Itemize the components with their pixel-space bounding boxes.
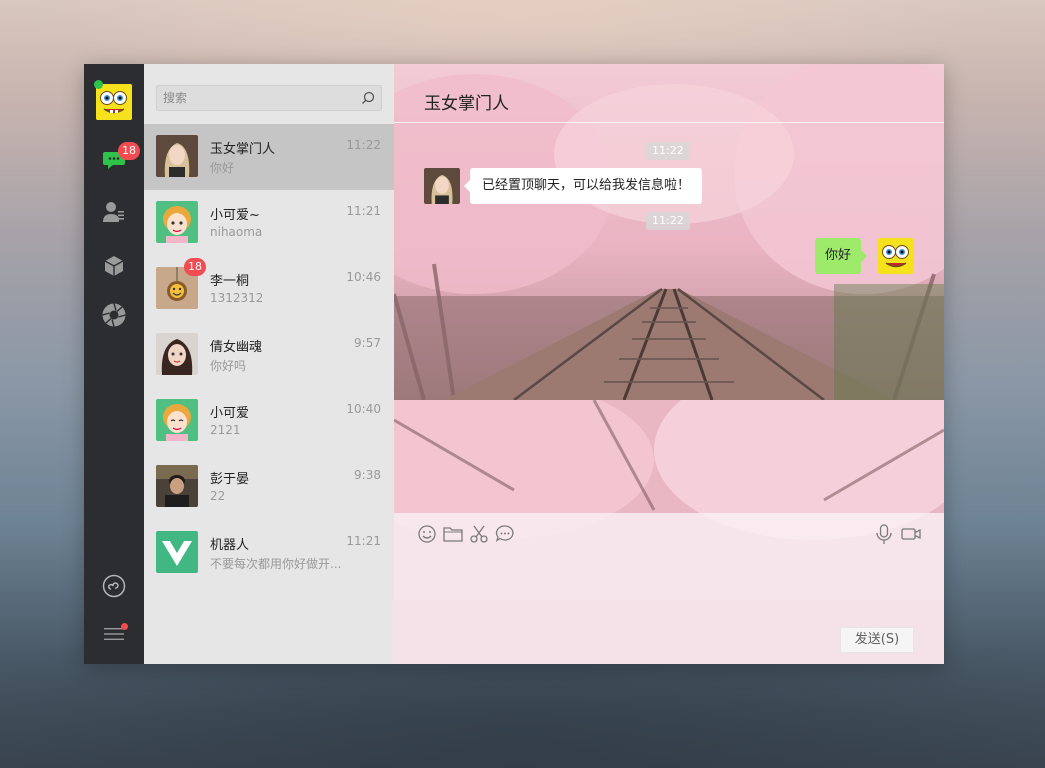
chat-item-name: 小可爱~ (210, 208, 260, 223)
microphone-icon[interactable] (873, 523, 895, 545)
moments-icon[interactable] (100, 301, 128, 329)
incoming-message-bubble[interactable]: 已经置顶聊天，可以给我发信息啦！ (463, 168, 703, 204)
chat-item-yunv[interactable]: 玉女掌门人 你好 11:22 (144, 124, 394, 190)
search-box[interactable] (156, 85, 382, 111)
collection-icon[interactable] (100, 252, 128, 280)
chat-item-robot[interactable]: 机器人 不要每次都用你好做开... 11:21 (144, 520, 394, 586)
chat-item-name: 玉女掌门人 (210, 142, 276, 157)
conversation-panel: 玉女掌门人 11:22 已经置顶聊天，可以给我发信息啦！ 11:22 你好 发送… (394, 64, 944, 664)
emoji-icon[interactable] (416, 523, 438, 545)
vue-logo-icon (156, 531, 198, 573)
chat-item-name: 小可爱 (210, 406, 250, 421)
chat-item-time: 11:22 (346, 138, 381, 152)
sender-avatar[interactable] (424, 168, 460, 204)
chat-item-xiaokeai-tilde[interactable]: 小可爱~ nihaoma 11:21 (144, 190, 394, 256)
chat-window: 18 搜索 玉女掌门人 你好 11:22 小可爱~ nihaoma 11:21 … (84, 64, 944, 664)
chat-item-pengyuyan[interactable]: 彭于晏 22 9:38 (144, 454, 394, 520)
chat-history-icon[interactable] (494, 523, 516, 545)
contact-avatar (156, 399, 198, 441)
chat-item-time: 11:21 (346, 204, 381, 218)
chat-item-preview: 1312312 (210, 291, 264, 305)
chat-item-preview: nihaoma (210, 225, 263, 239)
chat-item-name: 彭于晏 (210, 472, 250, 487)
unread-badge: 18 (118, 142, 140, 160)
chat-item-time: 9:38 (354, 468, 381, 482)
spongebob-avatar-icon (96, 84, 132, 120)
my-message-avatar[interactable] (878, 238, 914, 274)
chat-item-preview: 你好吗 (210, 359, 247, 373)
chat-item-xiaokeai[interactable]: 小可爱 2121 10:40 (144, 388, 394, 454)
conversation-header: 玉女掌门人 (394, 64, 944, 123)
chat-list-panel: 玉女掌门人 你好 11:22 小可爱~ nihaoma 11:21 (144, 64, 394, 664)
chat-item-name: 倩女幽魂 (210, 340, 263, 355)
message-timestamp: 11:22 (646, 142, 690, 160)
outgoing-message-bubble[interactable]: 你好 (815, 238, 868, 274)
conversation-title: 玉女掌门人 (424, 94, 509, 114)
contacts-icon[interactable] (100, 198, 128, 226)
chat-item-preview: 2121 (210, 423, 241, 437)
chat-item-preview: 不要每次都用你好做开... (210, 557, 342, 571)
online-status-dot (94, 80, 103, 89)
sidebar: 18 (84, 64, 144, 664)
chat-item-time: 10:40 (346, 402, 381, 416)
search-icon[interactable] (360, 90, 376, 106)
message-composer: 发送(S) (394, 513, 944, 664)
chat-item-time: 9:57 (354, 336, 381, 350)
video-call-icon[interactable] (900, 523, 922, 545)
my-avatar[interactable] (96, 84, 132, 120)
search-input[interactable] (157, 86, 347, 110)
scissors-icon[interactable] (468, 523, 490, 545)
contact-avatar (156, 465, 198, 507)
chat-item-liyitong[interactable]: 18 李一桐 1312312 10:46 (144, 256, 394, 322)
chat-item-time: 11:21 (346, 534, 381, 548)
folder-icon[interactable] (442, 523, 464, 545)
chat-item-preview: 22 (210, 489, 226, 503)
message-timestamp: 11:22 (646, 212, 690, 230)
chat-item-qiannv[interactable]: 倩女幽魂 你好吗 9:57 (144, 322, 394, 388)
chat-item-time: 10:46 (346, 270, 381, 284)
contact-avatar (156, 333, 198, 375)
chat-item-preview: 你好 (210, 161, 235, 175)
contact-avatar (156, 531, 198, 573)
chat-item-name: 李一桐 (210, 274, 250, 289)
send-button[interactable]: 发送(S) (840, 627, 914, 653)
contact-avatar (156, 135, 198, 177)
spongebob-avatar-icon (878, 238, 914, 274)
menu-notification-dot (121, 623, 128, 630)
miniprogram-icon[interactable] (100, 572, 128, 600)
chat-item-unread-badge: 18 (184, 258, 206, 276)
contact-avatar (156, 201, 198, 243)
chat-item-name: 机器人 (210, 538, 250, 553)
